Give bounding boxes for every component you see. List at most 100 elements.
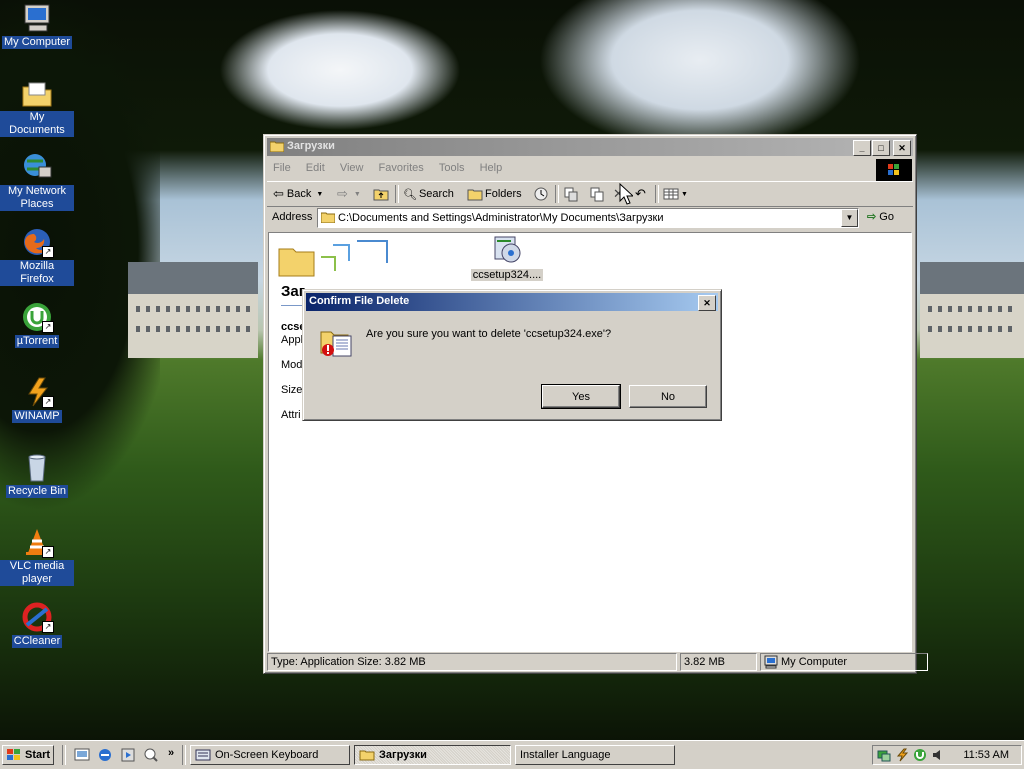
winamp-tray-icon[interactable] bbox=[895, 748, 909, 762]
desktop-icon-utorrent[interactable]: ↗ µTorrent bbox=[0, 301, 74, 348]
dialog-titlebar[interactable]: Confirm File Delete ✕ bbox=[306, 293, 718, 311]
back-label: Back bbox=[286, 188, 312, 200]
history-icon bbox=[534, 187, 548, 201]
ccleaner-icon: ↗ bbox=[21, 601, 54, 633]
shortcut-arrow-icon: ↗ bbox=[42, 396, 54, 408]
explorer-titlebar[interactable]: Загрузки _ □ ✕ bbox=[267, 138, 913, 156]
menu-favorites[interactable]: Favorites bbox=[373, 159, 430, 177]
folder-icon bbox=[270, 141, 284, 152]
confirm-delete-dialog: Confirm File Delete ✕ Are you sure you w… bbox=[302, 289, 722, 421]
yes-button[interactable]: Yes bbox=[541, 384, 621, 409]
menu-bar: File Edit View Favorites Tools Help bbox=[267, 159, 872, 179]
desktop-icon-label: My Network Places bbox=[0, 185, 74, 211]
minimize-button[interactable]: _ bbox=[853, 140, 871, 156]
address-dropdown-button[interactable]: ▼ bbox=[841, 209, 858, 227]
task-label: Installer Language bbox=[520, 749, 611, 761]
back-button[interactable]: ⇦ Back ▼ bbox=[273, 186, 323, 202]
views-button[interactable]: ▼ bbox=[663, 186, 688, 202]
show-desktop-icon[interactable] bbox=[74, 747, 90, 763]
quick-launch-chevron-icon[interactable]: » bbox=[168, 747, 174, 759]
desktop-icon-my-computer[interactable]: My Computer bbox=[0, 2, 74, 49]
folders-button[interactable]: Folders bbox=[467, 186, 522, 202]
castle-right bbox=[920, 262, 1024, 358]
delete-file-warning-icon bbox=[320, 331, 352, 357]
history-button[interactable] bbox=[533, 186, 549, 202]
task-label: On-Screen Keyboard bbox=[215, 749, 319, 761]
system-tray: 11:53 AM bbox=[872, 745, 1022, 765]
quick-launch-search-icon[interactable] bbox=[143, 747, 159, 763]
address-input[interactable]: C:\Documents and Settings\Administrator\… bbox=[317, 208, 859, 228]
desktop-icon-my-documents[interactable]: My Documents bbox=[0, 77, 74, 137]
status-type-size: Type: Application Size: 3.82 MB bbox=[267, 653, 677, 671]
volume-tray-icon[interactable] bbox=[931, 748, 945, 762]
dialog-title: Confirm File Delete bbox=[309, 295, 410, 307]
utorrent-tray-icon[interactable] bbox=[913, 748, 927, 762]
network-tray-icon[interactable] bbox=[877, 748, 891, 762]
menu-tools[interactable]: Tools bbox=[433, 159, 471, 177]
file-label: ccsetup324.... bbox=[470, 269, 544, 281]
search-label: Search bbox=[418, 188, 454, 200]
file-item-ccsetup[interactable]: ccsetup324.... bbox=[469, 233, 545, 281]
address-value: C:\Documents and Settings\Administrator\… bbox=[338, 212, 664, 224]
copy-to-button[interactable] bbox=[589, 186, 605, 202]
network-places-icon bbox=[21, 151, 53, 183]
task-on-screen-keyboard[interactable]: On-Screen Keyboard bbox=[190, 745, 350, 765]
status-zone: My Computer bbox=[760, 653, 928, 671]
go-button[interactable]: ⇨ Go bbox=[867, 210, 894, 223]
menu-edit[interactable]: Edit bbox=[300, 159, 331, 177]
go-arrow-icon: ⇨ bbox=[867, 211, 877, 223]
desktop-icon-ccleaner[interactable]: ↗ CCleaner bbox=[0, 601, 74, 648]
search-button[interactable]: 🔍︎ Search bbox=[403, 186, 454, 202]
start-label: Start bbox=[25, 749, 51, 761]
details-file-type: Appl bbox=[281, 334, 304, 346]
windows-logo-icon bbox=[876, 159, 912, 181]
close-button[interactable]: ✕ bbox=[893, 140, 911, 156]
desktop-icon-winamp[interactable]: ↗ WINAMP bbox=[0, 376, 74, 423]
folder-icon bbox=[321, 212, 335, 223]
desktop-icon-vlc[interactable]: ↗ VLC media player bbox=[0, 526, 74, 586]
task-installer-language[interactable]: Installer Language bbox=[515, 745, 675, 765]
maximize-button[interactable]: □ bbox=[872, 140, 890, 156]
menu-view[interactable]: View bbox=[334, 159, 370, 177]
castle-left bbox=[128, 262, 258, 358]
details-attributes: Attri bbox=[281, 409, 301, 421]
taskbar: Start » On-Screen Keyboard Загрузки Inst… bbox=[0, 740, 1024, 769]
address-label: Address bbox=[272, 211, 313, 223]
folder-icon bbox=[359, 750, 375, 761]
utorrent-icon: ↗ bbox=[21, 301, 54, 333]
folder-header-icon bbox=[278, 240, 388, 277]
status-zone-label: My Computer bbox=[781, 656, 848, 668]
shortcut-arrow-icon: ↗ bbox=[42, 621, 54, 633]
desktop-icon-label: WINAMP bbox=[12, 410, 62, 423]
up-folder-button[interactable] bbox=[373, 186, 389, 202]
menu-help[interactable]: Help bbox=[474, 159, 509, 177]
dialog-close-button[interactable]: ✕ bbox=[698, 295, 716, 311]
status-bar: Type: Application Size: 3.82 MB 3.82 MB … bbox=[267, 653, 928, 671]
search-icon: 🔍︎ bbox=[403, 188, 417, 201]
winamp-icon: ↗ bbox=[21, 376, 54, 408]
internet-explorer-icon[interactable] bbox=[97, 747, 113, 763]
menu-file[interactable]: File bbox=[267, 159, 297, 177]
desktop-icon-label: CCleaner bbox=[11, 635, 63, 648]
undo-button[interactable]: ↶ bbox=[635, 186, 646, 202]
no-button[interactable]: No bbox=[629, 385, 707, 408]
desktop-icon-network-places[interactable]: My Network Places bbox=[0, 151, 74, 211]
views-icon bbox=[663, 188, 679, 200]
shortcut-arrow-icon: ↗ bbox=[42, 321, 54, 333]
window-title: Загрузки bbox=[287, 140, 335, 152]
forward-button[interactable]: ⇨ ▼ bbox=[337, 186, 361, 202]
my-computer-icon bbox=[764, 655, 778, 669]
taskbar-clock[interactable]: 11:53 AM bbox=[963, 749, 1009, 761]
windows-media-player-icon[interactable] bbox=[120, 747, 136, 763]
windows-logo-icon bbox=[7, 749, 20, 760]
keyboard-icon bbox=[195, 749, 211, 761]
up-folder-icon bbox=[373, 189, 389, 201]
my-computer-icon bbox=[21, 2, 53, 34]
installer-icon bbox=[494, 236, 521, 263]
desktop-icon-firefox[interactable]: ↗ Mozilla Firefox bbox=[0, 226, 74, 286]
move-to-button[interactable] bbox=[563, 186, 579, 202]
start-button[interactable]: Start bbox=[2, 745, 54, 765]
chevron-down-icon: ▼ bbox=[353, 190, 361, 198]
task-zagruzki[interactable]: Загрузки bbox=[354, 745, 511, 765]
desktop-icon-recycle-bin[interactable]: Recycle Bin bbox=[0, 451, 74, 498]
